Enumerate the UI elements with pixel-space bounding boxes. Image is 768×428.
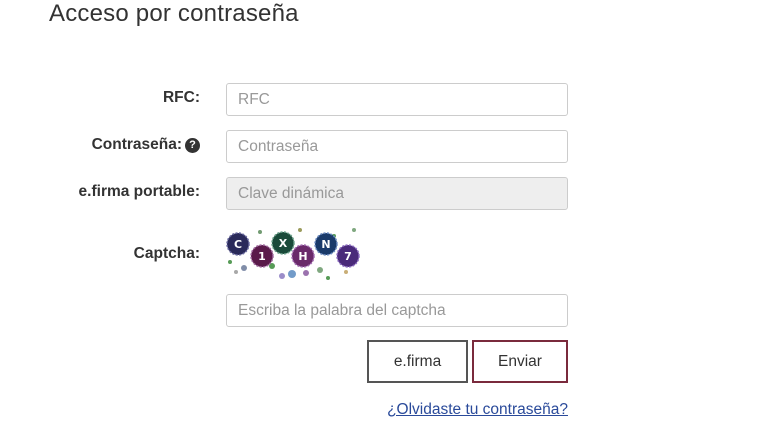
efirma-portable-label: e.firma portable: xyxy=(79,183,200,201)
submit-button[interactable]: Enviar xyxy=(472,340,568,383)
dynamic-key-input xyxy=(226,177,568,210)
rfc-label: RFC: xyxy=(163,89,200,107)
page-title: Acceso por contraseña xyxy=(49,0,299,27)
login-page: Acceso por contraseña RFC: Contraseña: ?… xyxy=(0,0,768,428)
captcha-char-3: X xyxy=(279,237,288,250)
question-circle-icon[interactable]: ? xyxy=(185,137,200,153)
captcha-char-5: N xyxy=(321,238,330,251)
captcha-char-2: 1 xyxy=(258,250,266,263)
captcha-label: Captcha: xyxy=(134,245,200,263)
captcha-char-1: C xyxy=(234,238,242,251)
captcha-image: C 1 X H N 7 xyxy=(226,228,360,280)
password-label: Contraseña: ? xyxy=(92,136,200,154)
forgot-password-link[interactable]: ¿Olvidaste tu contraseña? xyxy=(387,401,568,419)
rfc-label-text: RFC: xyxy=(162,89,200,106)
password-input[interactable] xyxy=(226,130,568,163)
password-label-text: Contraseña: xyxy=(91,136,182,153)
captcha-char-6: 7 xyxy=(344,250,352,263)
efirma-portable-label-text: e.firma portable: xyxy=(78,183,200,200)
captcha-label-text: Captcha: xyxy=(133,245,200,262)
efirma-button[interactable]: e.firma xyxy=(367,340,468,383)
captcha-char-4: H xyxy=(298,250,307,263)
rfc-input[interactable] xyxy=(226,83,568,116)
captcha-input[interactable] xyxy=(226,294,568,327)
